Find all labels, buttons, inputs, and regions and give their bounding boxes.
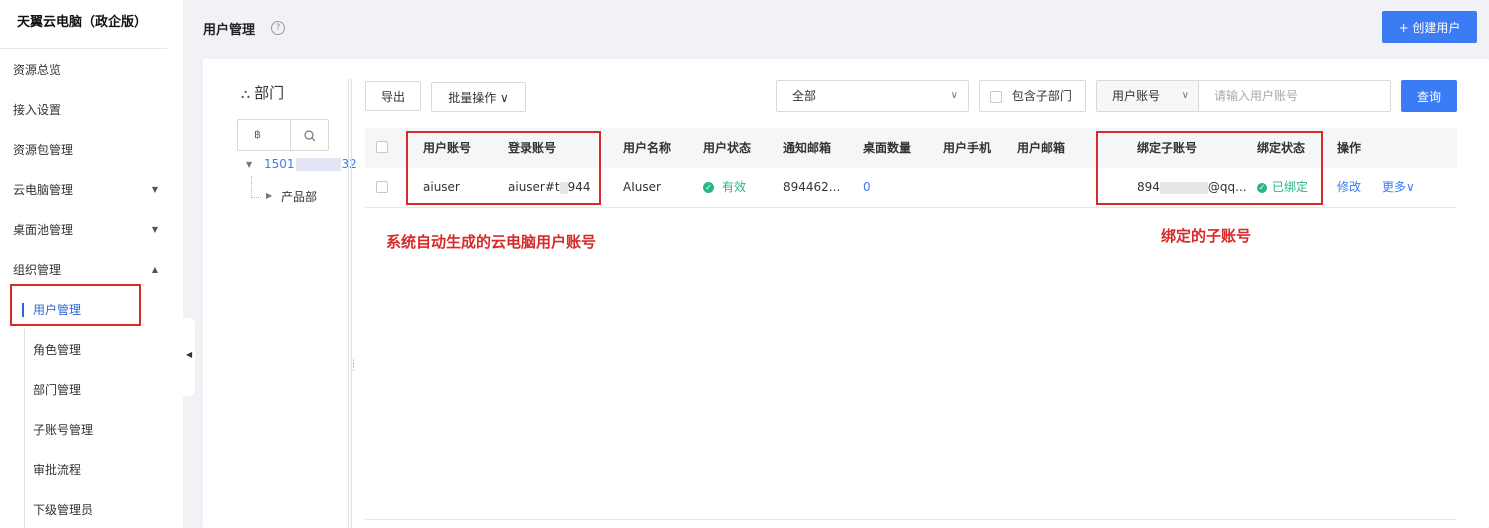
caret-left-icon: ◀ bbox=[186, 350, 193, 359]
tree-collapsed-icon[interactable]: ▶ bbox=[266, 191, 272, 200]
chevron-down-icon: ∨ bbox=[1181, 90, 1189, 101]
sidebar-item-approval-flow[interactable]: 审批流程 bbox=[0, 450, 183, 490]
sidebar-item-label: 部门管理 bbox=[33, 383, 82, 397]
org-tree-icon: ⛬ bbox=[241, 87, 251, 102]
tree-node-root[interactable]: 1501 32 bbox=[264, 157, 357, 171]
column-header: 通知邮箱 bbox=[783, 141, 832, 155]
cell-user-status: ✓ 有效 bbox=[703, 168, 746, 207]
department-search-input[interactable]: ฿ bbox=[238, 120, 291, 150]
column-header: 用户邮箱 bbox=[1017, 141, 1066, 155]
edit-link[interactable]: 修改 bbox=[1337, 168, 1361, 207]
sidebar-item-label: 资源包管理 bbox=[13, 143, 74, 157]
department-title: ⛬ 部门 bbox=[241, 82, 284, 103]
export-button[interactable]: 导出 bbox=[365, 81, 421, 111]
sidebar-item-sub-account-management[interactable]: 子账号管理 bbox=[0, 410, 183, 450]
cell-notify-email: 894462... bbox=[783, 180, 841, 194]
sidebar-item-label: 角色管理 bbox=[33, 343, 82, 357]
annotation-box-user-management bbox=[10, 284, 141, 326]
status-text: 有效 bbox=[722, 180, 747, 194]
include-sub-dept-checkbox[interactable]: 包含子部门 bbox=[979, 80, 1086, 112]
chevron-down-icon: ∨ bbox=[950, 90, 958, 101]
annotation-left-note: 系统自动生成的云电脑用户账号 bbox=[386, 233, 597, 251]
column-header: 用户状态 bbox=[703, 141, 752, 155]
annotation-right-note: 绑定的子账号 bbox=[1161, 227, 1252, 245]
department-title-text: 部门 bbox=[254, 84, 285, 102]
user-account-search-input[interactable]: 请输入用户账号 bbox=[1198, 80, 1391, 112]
app-title: 天翼云电脑（政企版） bbox=[0, 0, 167, 49]
sidebar-item-label: 组织管理 bbox=[13, 263, 62, 277]
query-button[interactable]: 查询 bbox=[1401, 80, 1457, 112]
annotation-box-sub-account-columns bbox=[1096, 131, 1323, 205]
sidebar-item-desktop-pool[interactable]: 桌面池管理 ▼ bbox=[0, 210, 183, 250]
sidebar-item-label: 资源总览 bbox=[13, 63, 62, 77]
pane-splitter[interactable] bbox=[348, 79, 352, 528]
sidebar-item-label: 审批流程 bbox=[33, 463, 82, 477]
search-icon[interactable] bbox=[290, 120, 328, 150]
tree-expand-icon[interactable]: ▼ bbox=[246, 160, 252, 169]
status-filter-value: 全部 bbox=[792, 89, 817, 103]
search-field-select[interactable]: 用户账号 ∨ bbox=[1096, 80, 1199, 112]
column-header: 用户手机 bbox=[943, 141, 992, 155]
sidebar-item-resource-overview[interactable]: 资源总览 bbox=[0, 50, 183, 90]
page-title: 用户管理 bbox=[203, 23, 256, 38]
tree-node-product-dept[interactable]: 产品部 bbox=[281, 188, 317, 205]
caret-up-icon: ▲ bbox=[151, 265, 158, 274]
tree-node-root-prefix: 1501 bbox=[264, 157, 295, 171]
sidebar-collapse-toggle[interactable]: ◀ bbox=[183, 318, 195, 396]
caret-down-icon: ▼ bbox=[151, 225, 158, 234]
sidebar-item-cloud-pc[interactable]: 云电脑管理 ▼ bbox=[0, 170, 183, 210]
check-circle-icon: ✓ bbox=[703, 182, 714, 193]
sidebar-item-label: 云电脑管理 bbox=[13, 183, 74, 197]
status-filter-select[interactable]: 全部 ∨ bbox=[776, 80, 969, 112]
batch-operations-button[interactable]: 批量操作 ∨ bbox=[431, 82, 526, 112]
sidebar-item-role-management[interactable]: 角色管理 bbox=[0, 330, 183, 370]
cell-desktop-count[interactable]: 0 bbox=[863, 168, 871, 207]
column-header: 用户名称 bbox=[623, 141, 672, 155]
annotation-box-account-columns bbox=[406, 131, 601, 205]
sidebar-item-label: 子账号管理 bbox=[33, 423, 94, 437]
cell-user-name: AIuser bbox=[623, 180, 661, 194]
more-link[interactable]: 更多∨ bbox=[1382, 168, 1415, 207]
checkbox[interactable] bbox=[990, 90, 1002, 103]
sidebar-item-label: 桌面池管理 bbox=[13, 223, 74, 237]
sidebar-item-label: 接入设置 bbox=[13, 103, 62, 117]
column-header: 桌面数量 bbox=[863, 141, 912, 155]
department-search: ฿ bbox=[237, 119, 329, 151]
include-sub-dept-label: 包含子部门 bbox=[1011, 89, 1072, 103]
sidebar-item-department-management[interactable]: 部门管理 bbox=[0, 370, 183, 410]
sidebar: 天翼云电脑（政企版） 资源总览 接入设置 资源包管理 云电脑管理 ▼ 桌面池管理… bbox=[0, 0, 183, 528]
create-user-button[interactable]: + 创建用户 bbox=[1382, 11, 1477, 43]
sidebar-item-resource-packages[interactable]: 资源包管理 bbox=[0, 130, 183, 170]
row-checkbox[interactable] bbox=[376, 181, 388, 193]
help-icon[interactable]: ? bbox=[271, 21, 285, 35]
table-bottom-divider bbox=[365, 519, 1457, 520]
sidebar-item-access-settings[interactable]: 接入设置 bbox=[0, 90, 183, 130]
search-field-value: 用户账号 bbox=[1112, 89, 1161, 103]
redacted-block bbox=[295, 158, 341, 171]
column-header: 操作 bbox=[1337, 141, 1362, 155]
caret-down-icon: ▼ bbox=[151, 185, 158, 194]
drag-handle-icon[interactable]: ⋮ ⋮ bbox=[349, 360, 358, 373]
select-all-checkbox[interactable] bbox=[376, 141, 388, 153]
tree-connector bbox=[251, 176, 261, 198]
sidebar-item-sub-admins[interactable]: 下级管理员 bbox=[0, 490, 183, 528]
sidebar-item-label: 下级管理员 bbox=[33, 503, 94, 517]
